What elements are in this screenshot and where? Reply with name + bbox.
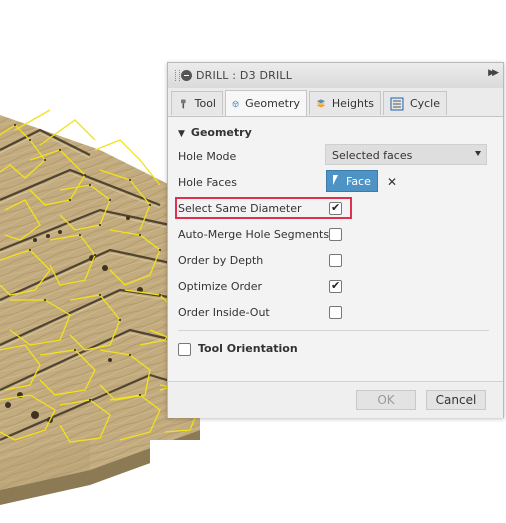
optimize-order-checkbox[interactable]: ✔ [329, 279, 342, 293]
tab-bar: Tool Geometry Heights Cycle [168, 88, 503, 117]
option-label: Optimize Order [178, 280, 263, 293]
option-label: Order Inside-Out [178, 306, 270, 319]
geometry-section-header[interactable]: ▼ Geometry [178, 126, 252, 139]
tool-icon [181, 98, 186, 109]
clear-selection-icon[interactable]: ✕ [387, 175, 397, 189]
checkmark-icon: ✔ [331, 201, 341, 214]
expand-icon[interactable]: ▶▶ [488, 68, 499, 78]
option-row: Optimize Order ✔ [168, 276, 503, 298]
tab-heights[interactable]: Heights [309, 91, 381, 115]
option-label: Order by Depth [178, 254, 264, 267]
dialog-titlebar[interactable]: DRILL : D3 DRILL ▶▶ [168, 63, 503, 89]
option-row: Order by Depth [168, 250, 503, 272]
cancel-button[interactable]: Cancel [426, 390, 486, 410]
pointer-cursor-icon [333, 175, 341, 185]
checkmark-icon: ✔ [331, 279, 341, 292]
auto-merge-checkbox[interactable] [329, 228, 342, 241]
collapse-triangle-icon: ▼ [178, 129, 185, 139]
option-row: Auto-Merge Hole Segments [168, 224, 503, 246]
cycle-icon [390, 96, 404, 111]
option-row: Select Same Diameter ✔ [168, 198, 503, 220]
heights-icon [316, 98, 326, 108]
collapse-icon[interactable] [181, 70, 192, 81]
tool-orientation-checkbox[interactable] [178, 343, 191, 356]
tab-cycle[interactable]: Cycle [383, 91, 447, 115]
tab-geometry[interactable]: Geometry [225, 90, 307, 116]
order-inside-out-checkbox[interactable] [329, 306, 342, 319]
dialog-footer: OK Cancel [168, 381, 503, 418]
hole-mode-select[interactable]: Selected faces [325, 144, 487, 165]
option-label: Select Same Diameter [178, 202, 302, 215]
option-label: Auto-Merge Hole Segments [178, 228, 330, 241]
hole-faces-label: Hole Faces [178, 176, 237, 189]
geometry-cube-icon [232, 100, 239, 107]
section-divider [178, 330, 489, 331]
tool-orientation-label: Tool Orientation [198, 342, 298, 355]
face-select-button[interactable]: Face [326, 170, 378, 192]
chevron-down-icon [475, 151, 481, 156]
tab-tool[interactable]: Tool [171, 91, 223, 115]
select-same-diameter-checkbox[interactable]: ✔ [329, 201, 342, 215]
order-by-depth-checkbox[interactable] [329, 254, 342, 267]
hole-mode-label: Hole Mode [178, 150, 237, 163]
drag-handle-icon[interactable] [175, 70, 180, 81]
dialog-title: DRILL : D3 DRILL [196, 69, 293, 82]
drill-dialog: DRILL : D3 DRILL ▶▶ Tool Geometry Height… [167, 62, 504, 418]
ok-button[interactable]: OK [356, 390, 416, 410]
option-row: Order Inside-Out [168, 302, 503, 324]
